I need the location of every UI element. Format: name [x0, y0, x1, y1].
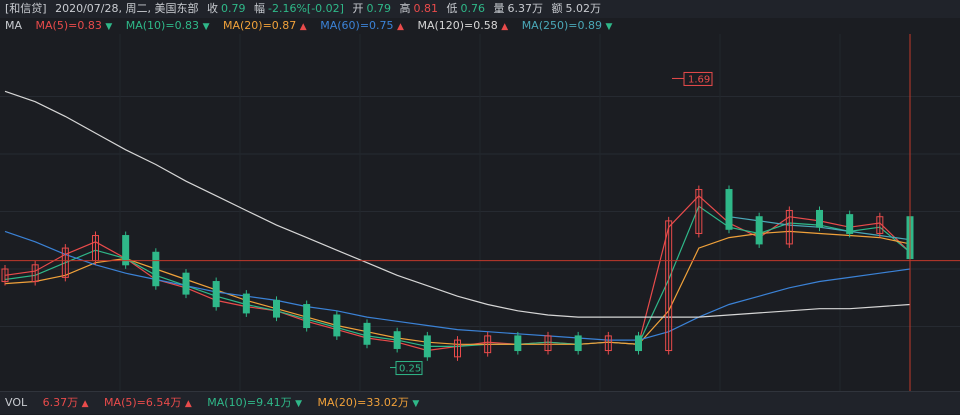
candle-body: [393, 331, 401, 349]
arrow-down-icon: ▼: [295, 399, 303, 409]
candle-body: [635, 335, 642, 352]
stock-chart-panel: [和信贷] 2020/07/28, 周二, 美国东部 收 0.79 幅 -2.16%…: [0, 0, 960, 414]
ma120-legend: MA(120)=0.58 ▲: [417, 19, 508, 32]
arrow-up-icon: ▲: [81, 399, 89, 409]
candle-body: [273, 299, 280, 318]
series-line-ma20: [4, 230, 911, 345]
min-label: 0.25: [399, 364, 421, 375]
candle-body: [212, 281, 220, 308]
ma120-label: MA(120)=0.58: [417, 19, 498, 32]
quote-info-bar: [和信贷] 2020/07/28, 周二, 美国东部 收 0.79 幅 -2.16%…: [0, 0, 960, 18]
ma-legend-title: MA: [5, 19, 23, 32]
candle-body: [574, 335, 582, 352]
vol-ma5-label: MA(5)=6.54万: [104, 396, 182, 409]
candle-body: [725, 189, 733, 230]
quote-date: 2020/07/28, 周二, 美国东部: [55, 2, 199, 15]
stock-name: [和信贷]: [5, 2, 47, 15]
series-line-ma120: [4, 90, 911, 318]
ma250-label: MA(250)=0.89: [521, 19, 602, 32]
candle-body: [333, 314, 341, 337]
vol-ma5-legend: MA(5)=6.54万 ▲: [104, 396, 192, 409]
close-value: 0.79: [220, 2, 246, 15]
candle-body: [242, 293, 250, 314]
ma20-label: MA(20)=0.87: [222, 19, 297, 32]
ma5-legend: MA(5)=0.83 ▼: [36, 19, 113, 32]
vol-ma20-label: MA(20)=33.02万: [317, 396, 409, 409]
ma5-label: MA(5)=0.83: [35, 19, 102, 32]
change-value: -2.16%[-0.02]: [267, 2, 344, 15]
vol-value-item: 6.37万 ▲: [43, 396, 89, 409]
max-label: 1.69: [688, 74, 710, 85]
candle-body: [152, 251, 160, 287]
ma20-legend: MA(20)=0.87 ▲: [223, 19, 307, 32]
amount-value: 5.02万: [565, 2, 601, 15]
vol-ma10-label: MA(10)=9.41万: [207, 396, 292, 409]
arrow-up-icon: ▲: [397, 22, 404, 32]
change-label: 幅: [253, 2, 265, 15]
vol-ma10-legend: MA(10)=9.41万 ▼: [207, 396, 302, 409]
price-chart[interactable]: 1.69 0.25: [0, 34, 960, 391]
ma60-legend: MA(60)=0.75 ▲: [320, 19, 404, 32]
open-value: 0.79: [366, 2, 391, 15]
ma60-label: MA(60)=0.75: [320, 19, 394, 32]
low-value: 0.76: [460, 2, 485, 15]
candle-body: [363, 322, 371, 345]
ma10-label: MA(10)=0.83: [125, 19, 200, 32]
arrow-up-icon: ▲: [501, 22, 509, 32]
volume-value: 6.37万: [507, 2, 543, 15]
vol-value: 6.37万: [42, 396, 79, 409]
arrow-up-icon: ▲: [184, 399, 192, 409]
candle-body: [816, 209, 823, 228]
ma10-legend: MA(10)=0.83 ▼: [126, 19, 210, 32]
candle-body: [846, 214, 854, 234]
arrow-down-icon: ▼: [412, 399, 420, 409]
vol-title: VOL: [5, 396, 28, 409]
series-line-ma60: [4, 230, 911, 341]
high-value: 0.81: [413, 2, 438, 15]
candle-body: [423, 335, 431, 358]
close-label: 收: [206, 2, 218, 15]
candle-body: [303, 304, 311, 329]
volume-label: 量: [493, 2, 505, 15]
low-label: 低: [446, 2, 458, 15]
series-line-ma5: [4, 194, 911, 352]
ma-legend: MA MA(5)=0.83 ▼ MA(10)=0.83 ▼ MA(20)=0.8…: [0, 18, 960, 34]
volume-legend: VOL 6.37万 ▲ MA(5)=6.54万 ▲ MA(10)=9.41万 ▼…: [0, 391, 960, 414]
arrow-down-icon: ▼: [202, 22, 210, 32]
open-label: 开: [352, 2, 364, 15]
vol-ma20-legend: MA(20)=33.02万 ▼: [318, 396, 420, 409]
candle-body: [514, 335, 522, 352]
candle-body: [182, 272, 190, 295]
arrow-up-icon: ▲: [299, 22, 307, 32]
candle-body: [755, 216, 763, 245]
amount-label: 额: [551, 2, 563, 15]
high-label: 高: [399, 2, 411, 15]
arrow-down-icon: ▼: [605, 22, 613, 32]
ma250-legend: MA(250)=0.89 ▼: [522, 19, 613, 32]
arrow-down-icon: ▼: [105, 22, 113, 32]
